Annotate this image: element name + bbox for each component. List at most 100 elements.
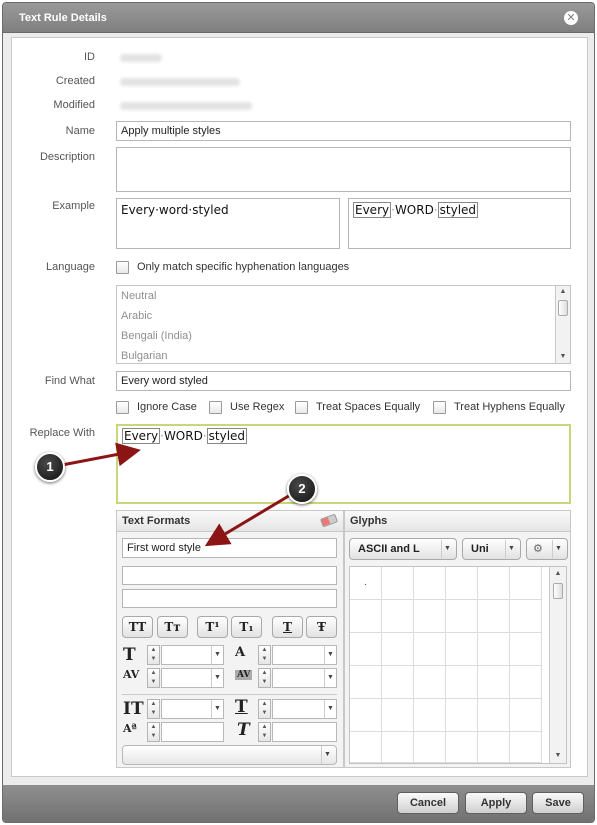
treat-hyphens-checkbox[interactable] xyxy=(433,401,446,414)
apply-button[interactable]: Apply xyxy=(465,792,527,814)
hyphenation-checkbox[interactable] xyxy=(116,261,129,274)
glyph-cell[interactable] xyxy=(478,732,510,763)
glyph-cell[interactable] xyxy=(446,699,478,732)
kerning-select[interactable]: ▼ xyxy=(161,668,224,688)
leading-stepper[interactable]: ▲ ▼ xyxy=(258,645,271,665)
language-list-scrollbar[interactable]: ▲ ▼ xyxy=(555,286,570,363)
glyph-cell[interactable] xyxy=(510,600,542,633)
ignore-case-checkbox[interactable] xyxy=(116,401,129,414)
skew-field[interactable] xyxy=(272,722,337,742)
glyph-cell[interactable] xyxy=(350,666,382,699)
leading-select[interactable]: ▼ xyxy=(272,645,337,665)
glyph-cell[interactable] xyxy=(446,732,478,763)
glyph-cell[interactable] xyxy=(478,600,510,633)
font-size-select[interactable]: ▼ xyxy=(161,645,224,665)
language-item[interactable]: Bulgarian xyxy=(121,350,167,362)
all-caps-button[interactable]: TT xyxy=(122,616,153,638)
glyph-cell[interactable] xyxy=(382,600,414,633)
tracking-select[interactable]: ▼ xyxy=(272,668,337,688)
treat-spaces-checkbox[interactable] xyxy=(295,401,308,414)
glyph-cell[interactable] xyxy=(414,666,446,699)
encoding-select[interactable]: Uni ▼ xyxy=(462,538,521,560)
first-word-style-field[interactable]: First word style xyxy=(122,538,337,558)
glyph-options-button[interactable]: ⚙ ▼ xyxy=(526,538,568,560)
skew-stepper[interactable]: ▲ ▼ xyxy=(258,722,271,742)
glyph-set-select[interactable]: ASCII and L ▼ xyxy=(349,538,457,560)
find-input[interactable]: Every word styled xyxy=(116,371,571,391)
glyph-cell[interactable] xyxy=(510,633,542,666)
chevron-down-icon[interactable]: ▼ xyxy=(324,646,336,664)
style-dropdown[interactable]: ▼ xyxy=(122,745,337,765)
chevron-down-icon[interactable]: ▼ xyxy=(211,700,223,718)
superscript-button[interactable]: T¹ xyxy=(197,616,228,638)
glyph-cell[interactable] xyxy=(350,633,382,666)
glyph-cell[interactable] xyxy=(350,699,382,732)
scroll-up-icon[interactable]: ▲ xyxy=(556,286,570,298)
glyph-grid[interactable]: . ▲ ▼ xyxy=(349,566,567,764)
strikethrough-button[interactable]: Ŧ xyxy=(306,616,337,638)
glyph-cell[interactable] xyxy=(414,600,446,633)
glyph-grid-scrollbar[interactable]: ▲ ▼ xyxy=(549,567,566,763)
glyph-cell[interactable] xyxy=(414,732,446,763)
glyph-cell[interactable] xyxy=(478,666,510,699)
chevron-down-icon[interactable]: ▼ xyxy=(505,540,517,558)
scroll-up-icon[interactable]: ▲ xyxy=(550,568,566,580)
glyph-cell[interactable] xyxy=(478,699,510,732)
glyph-cell[interactable] xyxy=(414,633,446,666)
glyph-cell[interactable] xyxy=(478,633,510,666)
chevron-down-icon[interactable]: ▼ xyxy=(211,646,223,664)
use-regex-checkbox[interactable] xyxy=(209,401,222,414)
horizontal-scale-stepper[interactable]: ▲ ▼ xyxy=(258,699,271,719)
text-format-field-2[interactable] xyxy=(122,566,337,585)
glyph-cell[interactable] xyxy=(446,600,478,633)
underline-button[interactable]: T xyxy=(272,616,303,638)
vertical-scale-select[interactable]: ▼ xyxy=(161,699,224,719)
baseline-shift-field[interactable] xyxy=(161,722,224,742)
glyph-cell[interactable] xyxy=(446,633,478,666)
name-input[interactable]: Apply multiple styles xyxy=(116,121,571,141)
glyph-cell[interactable] xyxy=(414,699,446,732)
glyph-cell[interactable] xyxy=(478,567,510,600)
glyph-cell[interactable] xyxy=(382,732,414,763)
save-button[interactable]: Save xyxy=(532,792,584,814)
language-item[interactable]: Neutral xyxy=(121,290,156,302)
chevron-down-icon[interactable]: ▼ xyxy=(324,669,336,687)
glyph-cell[interactable]: . xyxy=(350,567,382,600)
glyph-cell[interactable] xyxy=(350,732,382,763)
baseline-shift-stepper[interactable]: ▲ ▼ xyxy=(147,722,160,742)
glyph-cell[interactable] xyxy=(510,567,542,600)
glyph-cell[interactable] xyxy=(510,666,542,699)
language-item[interactable]: Bengali (India) xyxy=(121,330,192,342)
scroll-down-icon[interactable]: ▼ xyxy=(556,351,570,363)
glyph-cell[interactable] xyxy=(510,732,542,763)
glyph-cell[interactable] xyxy=(350,600,382,633)
scroll-thumb[interactable] xyxy=(553,583,563,599)
scroll-down-icon[interactable]: ▼ xyxy=(550,750,566,762)
glyph-cell[interactable] xyxy=(382,567,414,600)
horizontal-scale-select[interactable]: ▼ xyxy=(272,699,337,719)
glyph-cell[interactable] xyxy=(446,666,478,699)
chevron-down-icon[interactable]: ▼ xyxy=(552,540,564,558)
chevron-down-icon[interactable]: ▼ xyxy=(211,669,223,687)
vertical-scale-stepper[interactable]: ▲ ▼ xyxy=(147,699,160,719)
eraser-icon[interactable] xyxy=(319,513,339,528)
text-format-field-3[interactable] xyxy=(122,589,337,608)
chevron-down-icon[interactable]: ▼ xyxy=(324,700,336,718)
glyph-cell[interactable] xyxy=(510,699,542,732)
language-item[interactable]: Arabic xyxy=(121,310,152,322)
example-after-text[interactable]: Every ·WORD· styled xyxy=(348,198,571,249)
glyph-cell[interactable] xyxy=(382,699,414,732)
replace-input[interactable]: Every ·WORD· styled xyxy=(116,424,571,504)
small-caps-button[interactable]: Tт xyxy=(157,616,188,638)
example-before-text[interactable]: Every·word·styled xyxy=(116,198,340,249)
scroll-thumb[interactable] xyxy=(558,300,568,316)
glyph-cell[interactable] xyxy=(382,666,414,699)
language-list[interactable]: Neutral Arabic Bengali (India) Bulgarian… xyxy=(116,285,571,364)
glyph-cell[interactable] xyxy=(382,633,414,666)
tracking-stepper[interactable]: ▲ ▼ xyxy=(258,668,271,688)
kerning-stepper[interactable]: ▲ ▼ xyxy=(147,668,160,688)
cancel-button[interactable]: Cancel xyxy=(397,792,459,814)
chevron-down-icon[interactable]: ▼ xyxy=(321,746,333,764)
glyph-cell[interactable] xyxy=(414,567,446,600)
close-icon[interactable]: ✕ xyxy=(564,11,578,25)
